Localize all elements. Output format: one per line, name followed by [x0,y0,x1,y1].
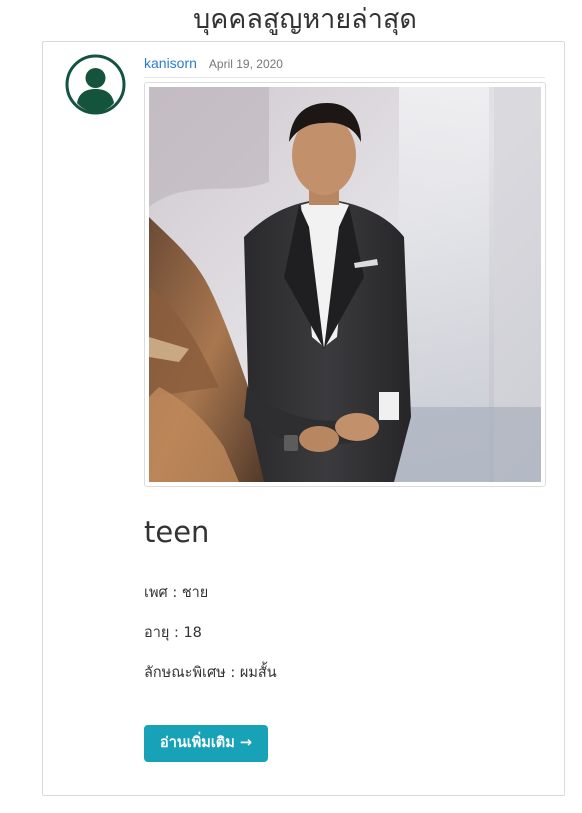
detail-age: อายุ : 18 [144,625,202,641]
post-date: April 19, 2020 [208,57,283,71]
post-meta: kanisorn April 19, 2020 [144,55,283,75]
page-title: บุคคลสูญหายล่าสุด [193,4,417,35]
meta-divider [144,77,545,78]
author-link[interactable]: kanisorn [144,55,197,71]
post-title[interactable]: teen [144,512,209,552]
post-photo-frame [144,82,546,487]
user-avatar-icon [65,54,126,115]
detail-gender: เพศ : ชาย [144,585,209,601]
read-more-button[interactable]: อ่านเพิ่มเติม → [144,725,268,762]
detail-feature: ลักษณะพิเศษ : ผมสั้น [144,665,277,681]
person-photo[interactable] [149,87,541,482]
